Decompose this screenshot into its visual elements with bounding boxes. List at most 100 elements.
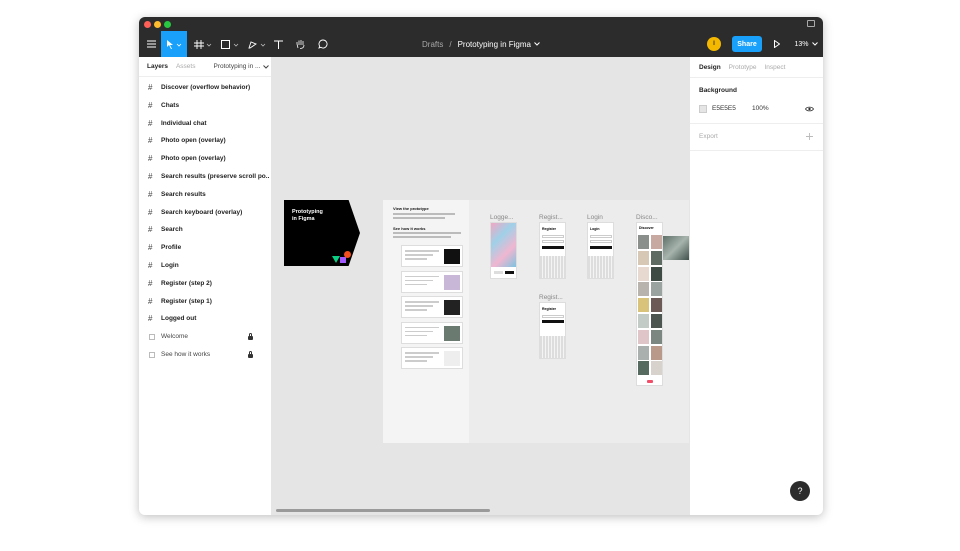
breadcrumb-folder[interactable]: Drafts: [422, 40, 443, 49]
frame-hash-icon: #: [148, 225, 153, 235]
doc-card: [401, 321, 463, 344]
zoom-dropdown[interactable]: 13%: [793, 31, 819, 57]
chevron-down-icon[interactable]: [534, 42, 540, 46]
discover-title: Discover: [639, 226, 654, 230]
doc-card-image: [444, 274, 460, 290]
tab-prototype[interactable]: Prototype: [729, 64, 757, 71]
layer-name: Search keyboard (overlay): [161, 208, 243, 216]
export-section-title: Export: [699, 133, 718, 140]
background-hex-input[interactable]: E5E5E5: [712, 105, 736, 112]
tab-layers[interactable]: Layers: [147, 63, 168, 70]
layer-row[interactable]: # Photo open (overlay): [139, 132, 272, 149]
properties-panel: Design Prototype Inspect Background E5E5…: [689, 57, 823, 515]
eye-visibility-icon[interactable]: [805, 106, 814, 112]
question-mark-icon: ?: [797, 486, 803, 496]
frame-login[interactable]: Login: [587, 222, 614, 279]
discover-photo-thumbnail: [651, 266, 662, 281]
documentation-frame[interactable]: View the prototype See how it works: [383, 200, 469, 443]
present-button[interactable]: [771, 31, 783, 57]
frame-hash-icon: #: [148, 136, 153, 146]
frame-register-step-2[interactable]: Register: [539, 302, 566, 359]
lock-icon[interactable]: [248, 333, 253, 341]
share-button[interactable]: Share: [732, 36, 762, 52]
divider: [690, 77, 823, 78]
frame-logged-out[interactable]: [490, 222, 517, 279]
frame-label-logged-out: Logge...: [490, 214, 514, 221]
chevron-down-icon[interactable]: [263, 64, 270, 69]
maximize-window-button[interactable]: [164, 21, 171, 28]
discover-photo-thumbnail: [638, 266, 649, 281]
doc-text-line: [393, 236, 451, 238]
discover-photo-thumbnail: [651, 282, 662, 297]
layer-row[interactable]: # Search keyboard (overlay): [139, 204, 272, 221]
layer-row[interactable]: # Individual chat: [139, 115, 272, 132]
horizontal-scrollbar[interactable]: [276, 509, 490, 512]
layer-row[interactable]: # Discover (overflow behavior): [139, 79, 272, 96]
keyboard: [540, 336, 565, 358]
logged-out-button: [505, 271, 514, 274]
layer-row[interactable]: See how it works: [139, 346, 272, 363]
help-button[interactable]: ?: [790, 481, 810, 501]
frame-register[interactable]: Register: [539, 222, 566, 279]
doc-card-text-line: [405, 250, 439, 252]
layer-row[interactable]: # Photo open (overlay): [139, 150, 272, 167]
tab-design[interactable]: Design: [699, 64, 721, 71]
tab-inspect[interactable]: Inspect: [765, 64, 786, 71]
layer-name: Profile: [161, 244, 182, 252]
layer-row[interactable]: # Search results (preserve scroll po...: [139, 168, 272, 185]
doc-card-image: [444, 300, 460, 315]
divider: [690, 123, 823, 124]
page-selector[interactable]: Prototyping in ...: [213, 63, 260, 70]
background-color-swatch[interactable]: [699, 105, 707, 113]
frame-hash-icon: #: [148, 314, 153, 324]
close-window-button[interactable]: [144, 21, 151, 28]
layer-row[interactable]: # Profile: [139, 239, 272, 256]
layer-row[interactable]: # Logged out: [139, 310, 272, 327]
layer-row[interactable]: # Search: [139, 221, 272, 238]
frame-label-login: Login: [587, 214, 603, 221]
frame-hash-icon: #: [148, 189, 153, 199]
doc-card-text-line: [405, 326, 439, 328]
canvas[interactable]: Prototyping in Figma View the prototype …: [272, 57, 689, 515]
layer-row[interactable]: # Chats: [139, 97, 272, 114]
doc-card-text-line: [405, 352, 439, 354]
file-name[interactable]: Prototyping in Figma: [458, 40, 531, 49]
frame-hash-icon: #: [148, 296, 153, 306]
discover-photo-thumbnail: [651, 235, 662, 249]
add-export-plus-icon[interactable]: [806, 133, 813, 140]
discover-tab-bar-button: [647, 380, 653, 383]
layer-row[interactable]: # Register (step 2): [139, 275, 272, 292]
fullscreen-icon[interactable]: [807, 20, 815, 27]
layer-name: Logged out: [161, 315, 197, 323]
frame-hash-icon: #: [148, 154, 153, 164]
doc-card-image: [444, 249, 460, 264]
chevron-down-icon: [811, 42, 818, 46]
minimize-window-button[interactable]: [154, 21, 161, 28]
layer-row[interactable]: # Login: [139, 257, 272, 274]
cover-shape-icon: [344, 251, 351, 258]
layer-name: Discover (overflow behavior): [161, 84, 251, 91]
frame-discover[interactable]: Discover: [636, 222, 663, 386]
doc-card-text-line: [405, 275, 439, 277]
layer-name: Search results: [161, 190, 206, 198]
tab-assets[interactable]: Assets: [176, 63, 196, 70]
frame-hash-icon: #: [148, 261, 153, 270]
layer-row[interactable]: # Register (step 1): [139, 293, 272, 310]
discover-photo-thumbnail: [638, 314, 649, 328]
doc-card-text-line: [405, 258, 427, 260]
login-input: [590, 235, 612, 238]
doc-heading: View the prototype: [393, 206, 429, 211]
layer-row[interactable]: Welcome: [139, 328, 272, 345]
discover-photo-thumbnail: [651, 250, 662, 265]
doc-card-image: [444, 351, 460, 366]
register-input: [542, 240, 564, 243]
background-opacity-input[interactable]: 100%: [752, 105, 769, 112]
frame-outline-icon: [149, 333, 155, 340]
frame-hash-icon: #: [148, 207, 153, 217]
layer-name: Register (step 2): [161, 279, 212, 287]
cover-frame[interactable]: Prototyping in Figma: [284, 200, 360, 266]
cover-title-line1: Prototyping: [292, 209, 323, 215]
lock-icon[interactable]: [248, 351, 253, 358]
layer-row[interactable]: # Search results: [139, 186, 272, 203]
user-avatar[interactable]: ll: [707, 37, 721, 51]
